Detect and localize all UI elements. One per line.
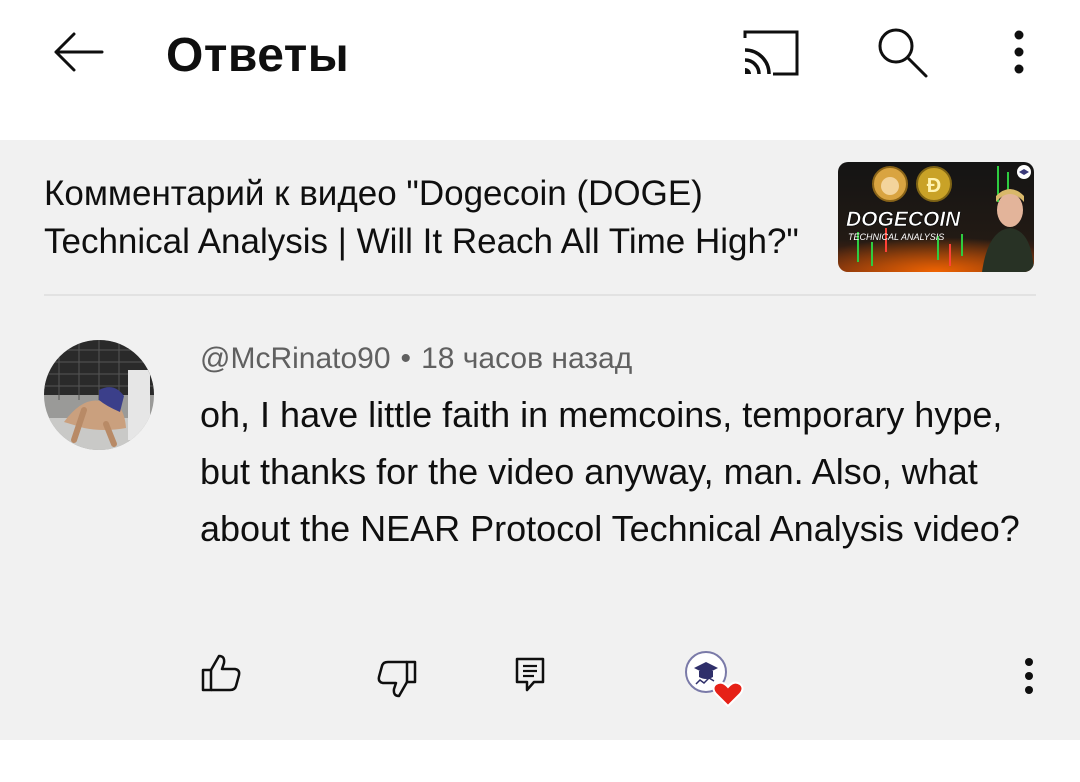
more-options-button[interactable] [1000,22,1038,82]
like-icon [201,654,241,692]
dislike-icon [377,660,417,698]
avatar-image [44,340,154,450]
back-button[interactable] [46,24,110,80]
comment-text: oh, I have little faith in memcoins, tem… [200,394,1020,549]
video-context-title[interactable]: Комментарий к видео "Dogecoin (DOGE) Tec… [44,170,824,266]
cast-button[interactable] [736,24,804,82]
comment-author[interactable]: @McRinato90 [200,342,391,375]
creator-heart-icon [685,651,744,708]
thumbnail-subtitle: TECHNICAL ANALYSIS [848,232,944,242]
thumbnail-title: DOGECOIN [846,208,961,231]
thumbnail-image: Ð DOGECOIN TECHNICAL ANALYSIS [838,162,1034,272]
search-icon [878,28,928,78]
avatar[interactable] [44,340,154,450]
page-title: Ответы [166,29,350,82]
top-app-bar: Ответы [0,0,1080,140]
search-button[interactable] [870,20,934,84]
dislike-button[interactable] [372,654,422,704]
more-vert-icon [1014,30,1024,74]
like-button[interactable] [196,648,246,698]
comment-time: 18 часов назад [421,342,633,375]
video-thumbnail[interactable]: Ð DOGECOIN TECHNICAL ANALYSIS [838,162,1034,272]
cast-icon [743,30,799,76]
creator-heart-badge[interactable] [684,650,746,708]
divider [44,294,1036,296]
reply-icon [515,657,545,692]
bottom-area [0,740,1080,782]
more-vert-icon [1025,658,1033,694]
arrow-back-icon [54,32,104,72]
reply-button[interactable] [510,654,550,696]
comment-meta: @McRinato90 • 18 часов назад [200,342,632,376]
meta-separator: • [400,342,412,375]
comment-more-button[interactable] [1012,654,1046,698]
svg-text:Ð: Ð [927,175,941,197]
